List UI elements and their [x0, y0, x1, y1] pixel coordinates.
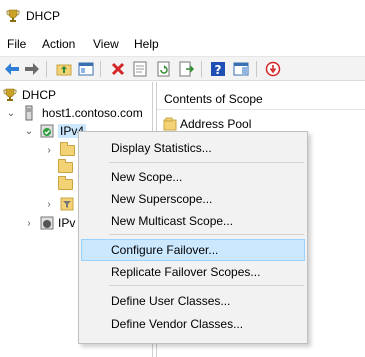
menu-item-define-vendor-classes[interactable]: Define Vendor Classes... [81, 313, 305, 335]
ipv6-icon [40, 216, 54, 230]
dhcp-trophy-icon [3, 88, 17, 101]
title-bar: DHCP [0, 0, 365, 32]
toolbar-separator [256, 61, 257, 77]
toolbar: ? [0, 56, 365, 81]
menu-item-new-multicast-scope[interactable]: New Multicast Scope... [81, 210, 305, 232]
chevron-down-icon[interactable]: ⌄ [6, 108, 16, 119]
filter-icon [60, 197, 74, 211]
menu-item-new-scope[interactable]: New Scope... [81, 166, 305, 188]
menu-item-replicate-failover-scopes[interactable]: Replicate Failover Scopes... [81, 261, 305, 283]
show-hide-tree-icon[interactable] [77, 60, 95, 78]
back-arrow-icon[interactable] [3, 60, 21, 78]
svg-text:?: ? [215, 63, 222, 77]
tree-item-ipv4[interactable]: ⌄ IPv4 [24, 122, 87, 140]
tree-label-server: host1.contoso.com [42, 106, 143, 120]
ipv4-check-icon [40, 124, 54, 138]
context-menu: Display Statistics... New Scope... New S… [78, 131, 308, 344]
chevron-right-icon[interactable]: › [44, 199, 54, 210]
window-title: DHCP [26, 9, 61, 23]
menu-separator [109, 285, 304, 286]
properties-icon[interactable] [131, 60, 149, 78]
tree-item-server[interactable]: ⌄ host1.contoso.com [6, 104, 143, 122]
menu-help[interactable]: Help [134, 37, 159, 51]
menu-item-new-superscope[interactable]: New Superscope... [81, 188, 305, 210]
chevron-right-icon[interactable]: › [24, 218, 34, 229]
tree-item-child[interactable]: › [44, 141, 75, 159]
tree-item-child[interactable]: › [44, 195, 74, 213]
toolbar-separator [46, 61, 47, 77]
menu-item-display-statistics[interactable]: Display Statistics... [81, 137, 305, 159]
dhcp-trophy-icon [6, 9, 20, 22]
menu-item-configure-failover[interactable]: Configure Failover... [81, 239, 305, 261]
column-header[interactable]: Contents of Scope [157, 86, 365, 110]
chevron-down-icon[interactable]: ⌄ [24, 126, 34, 137]
folder-icon [58, 175, 73, 190]
menu-file[interactable]: File [7, 37, 26, 51]
tree-label-ipv6: IPv [58, 216, 76, 230]
menu-item-define-user-classes[interactable]: Define User Classes... [81, 290, 305, 312]
refresh-icon[interactable] [155, 60, 173, 78]
folder-icon [58, 158, 73, 173]
deactivate-icon[interactable] [264, 60, 282, 78]
folder-up-icon[interactable] [55, 60, 73, 78]
tree-label-dhcp: DHCP [22, 88, 57, 102]
tree-item-child[interactable] [58, 158, 73, 176]
menu-action[interactable]: Action [42, 37, 75, 51]
delete-icon[interactable] [109, 60, 127, 78]
tree-item-dhcp[interactable]: DHCP [2, 86, 56, 104]
address-pool-icon [163, 117, 177, 131]
folder-icon [60, 141, 75, 156]
menu-separator [109, 162, 304, 163]
toolbar-separator [100, 61, 101, 77]
toolbar-separator [201, 61, 202, 77]
forward-arrow-icon[interactable] [23, 60, 41, 78]
tree-item-child[interactable] [58, 175, 73, 193]
list-item-label: Address Pool [180, 117, 252, 131]
menu-view[interactable]: View [93, 37, 119, 51]
show-action-pane-icon[interactable] [232, 60, 250, 78]
menu-separator [109, 234, 304, 235]
export-list-icon[interactable] [178, 60, 196, 78]
chevron-right-icon[interactable]: › [44, 145, 54, 156]
server-icon [25, 105, 33, 121]
help-icon[interactable]: ? [209, 60, 227, 78]
menu-bar: File Action View Help [0, 34, 365, 54]
tree-item-ipv6[interactable]: › IPv [24, 214, 75, 232]
